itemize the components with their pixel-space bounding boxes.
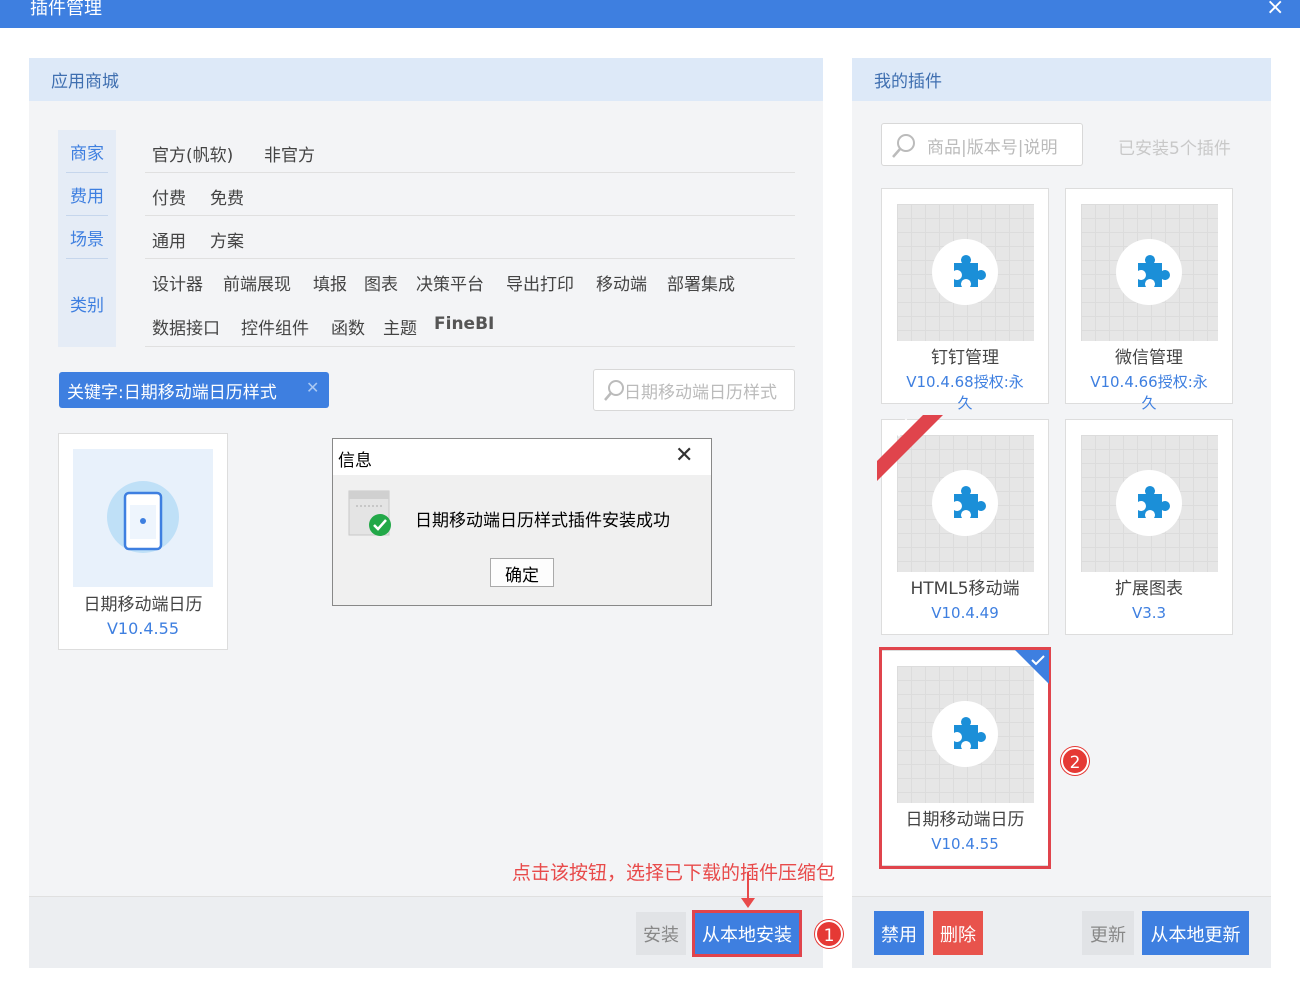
local-install-button[interactable]: 从本地安装 (692, 910, 802, 957)
filter-free[interactable]: 免费 (210, 184, 244, 209)
dialog-close-icon[interactable]: ✕ (675, 443, 693, 468)
puzzle-icon (1116, 470, 1182, 536)
filter-unofficial[interactable]: 非官方 (264, 141, 315, 166)
title-bar (0, 0, 1300, 28)
plugin-version: V10.4.55 (931, 835, 999, 853)
my-plugins-title: 我的插件 (874, 72, 942, 92)
puzzle-icon (932, 239, 998, 305)
calendar-phone-icon (107, 481, 179, 553)
install-button[interactable]: 安装 (636, 912, 686, 955)
filter-frontend[interactable]: 前端展现 (223, 270, 291, 295)
filter-solution[interactable]: 方案 (210, 227, 244, 252)
search-icon (892, 134, 915, 158)
plugin-name: 扩展图表 (1115, 579, 1183, 599)
plugin-version: V10.4.49 (931, 604, 999, 622)
plugin-version: V10.4.66授权:永 (1090, 373, 1208, 391)
divider (66, 172, 108, 173)
keyword-tag: 关键字:日期移动端日历样式 (59, 372, 329, 408)
plugin-name: HTML5移动端 (910, 579, 1020, 599)
dialog-ok-button[interactable]: 确定 (490, 558, 554, 587)
plugin-name: 微信管理 (1115, 348, 1183, 368)
divider (66, 258, 108, 259)
filter-mobile[interactable]: 移动端 (596, 270, 647, 295)
keyword-tag-text: 关键字:日期移动端日历样式 (67, 383, 277, 403)
filter-theme[interactable]: 主题 (383, 314, 417, 339)
app-store-header (29, 58, 823, 101)
divider (145, 215, 795, 216)
puzzle-icon (1116, 239, 1182, 305)
store-plugin-name: 日期移动端日历 (83, 595, 203, 615)
plugin-name: 日期移动端日历 (905, 810, 1025, 830)
plugin-name: 钉钉管理 (931, 348, 999, 368)
installed-count: 已安装5个插件 (1118, 139, 1231, 159)
disable-button[interactable]: 禁用 (874, 911, 924, 955)
filter-label-vendor: 商家 (58, 130, 116, 173)
filter-paid[interactable]: 付费 (152, 184, 186, 209)
search-icon (604, 380, 624, 401)
filter-export-print[interactable]: 导出打印 (506, 270, 574, 295)
plugin-version-cont: 久 (957, 394, 973, 412)
update-button[interactable]: 更新 (1082, 911, 1134, 955)
dialog-message: 日期移动端日历样式插件安装成功 (415, 511, 670, 531)
divider (145, 346, 795, 347)
delete-button[interactable]: 删除 (933, 911, 983, 955)
local-update-button[interactable]: 从本地更新 (1142, 911, 1249, 955)
filter-finebi[interactable]: FineBI (434, 314, 494, 334)
selected-check-icon (1015, 650, 1049, 684)
filter-designer[interactable]: 设计器 (152, 270, 203, 295)
close-icon[interactable]: × (1266, 0, 1284, 20)
divider (66, 215, 108, 216)
plugin-version: V3.3 (1131, 604, 1167, 622)
filter-label-category: 类别 (58, 259, 116, 347)
step-badge-2: 2 (1061, 747, 1089, 775)
filter-data-interface[interactable]: 数据接口 (152, 314, 220, 339)
puzzle-icon (932, 701, 998, 767)
window-title: 插件管理 (30, 0, 102, 19)
plugin-version: V10.4.68授权:永 (906, 373, 1024, 391)
filter-decision-platform[interactable]: 决策平台 (416, 270, 484, 295)
arrow-head-icon (741, 898, 755, 908)
filter-general[interactable]: 通用 (152, 227, 186, 252)
dialog-header (333, 439, 711, 475)
step-badge-1: 1 (815, 920, 843, 948)
remove-tag-icon[interactable]: ✕ (306, 378, 319, 397)
filter-official[interactable]: 官方(帆软) (152, 141, 233, 166)
filter-label-scene: 场景 (58, 216, 116, 259)
filter-deployment[interactable]: 部署集成 (667, 270, 735, 295)
filter-widget[interactable]: 控件组件 (241, 314, 309, 339)
store-plugin-version: V10.4.55 (106, 619, 179, 638)
divider (145, 172, 795, 173)
hint-annotation: 点击该按钮，选择已下载的插件压缩包 (512, 862, 836, 884)
app-store-title: 应用商城 (51, 72, 119, 92)
plugin-thumbnail (73, 449, 213, 587)
filter-function[interactable]: 函数 (331, 314, 365, 339)
divider (145, 258, 795, 259)
plugin-version-cont: 久 (1141, 394, 1157, 412)
filter-chart[interactable]: 图表 (364, 270, 398, 295)
filter-label-cost: 费用 (58, 173, 116, 216)
dialog-title: 信息 (338, 451, 372, 471)
success-icon (348, 490, 391, 536)
filter-fill[interactable]: 填报 (313, 270, 347, 295)
